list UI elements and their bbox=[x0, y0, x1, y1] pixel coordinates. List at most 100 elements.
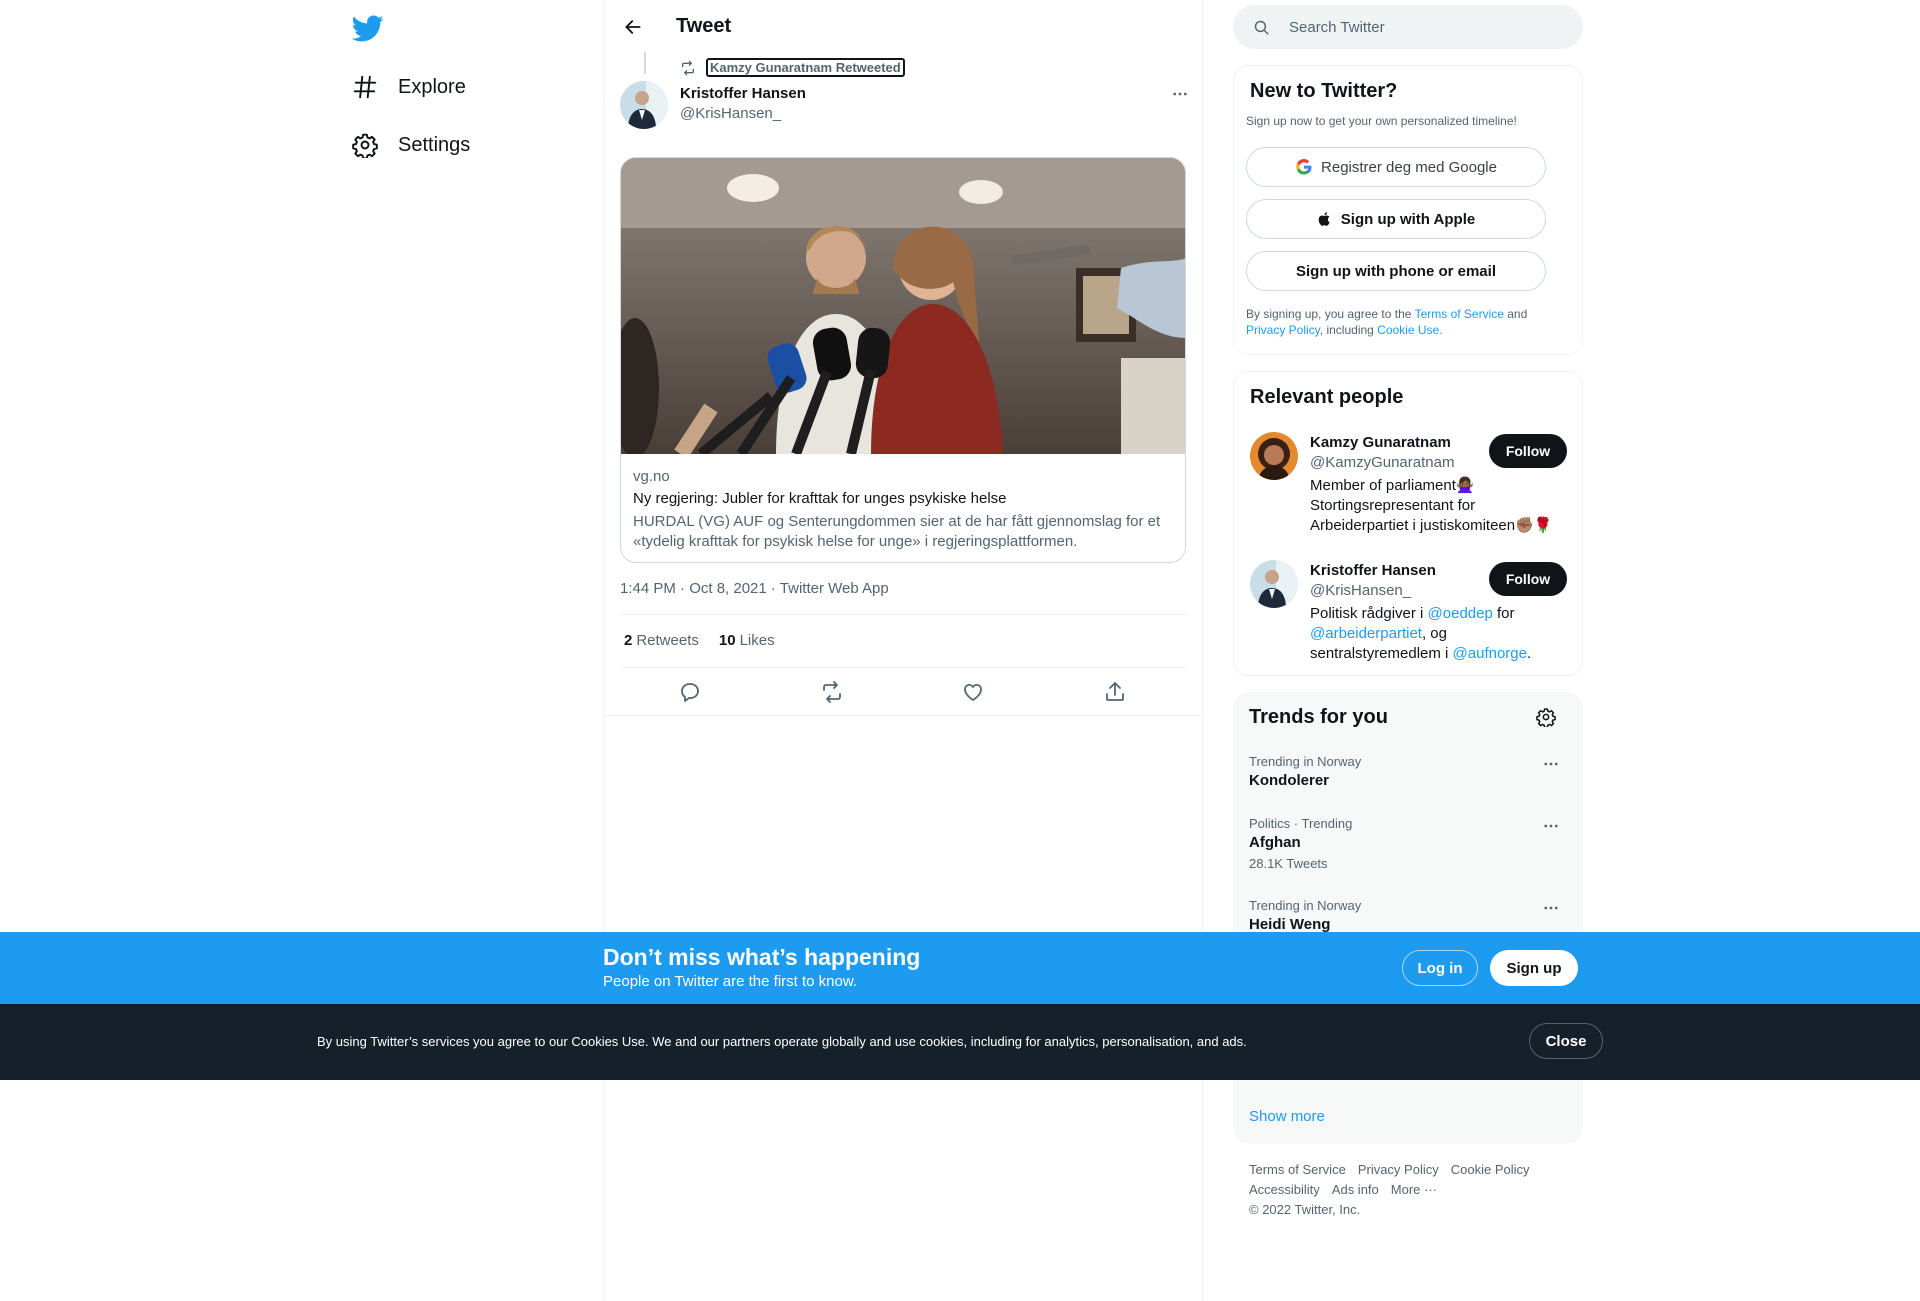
legal-and: and bbox=[1503, 307, 1528, 321]
bio-text: , og bbox=[1421, 625, 1447, 642]
google-signup-button[interactable]: Registrer deg med Google bbox=[1246, 147, 1546, 187]
likes-stat[interactable]: 10 Likes bbox=[719, 632, 775, 649]
likes-label: Likes bbox=[739, 632, 775, 649]
link-card[interactable]: vg.no Ny regjering: Jubler for krafttak … bbox=[620, 157, 1186, 563]
card-title: Ny regjering: Jubler for krafttak for un… bbox=[633, 490, 1007, 507]
footer-link[interactable]: Terms of Service bbox=[1249, 1162, 1346, 1177]
privacy-link[interactable]: Privacy Policy bbox=[1246, 323, 1320, 337]
follow-button[interactable]: Follow bbox=[1489, 434, 1567, 468]
footer-links: Accessibility Ads info More ··· bbox=[1249, 1182, 1437, 1197]
tweet-stats: 2 Retweets 10 Likes bbox=[624, 632, 775, 649]
card-domain: vg.no bbox=[633, 468, 670, 485]
footer-link[interactable]: Accessibility bbox=[1249, 1182, 1320, 1197]
main-column: Tweet Kamzy Gunaratnam Retweeted Kristof… bbox=[603, 0, 1204, 1301]
banner-title: Don’t miss what’s happening bbox=[603, 944, 921, 970]
reply-icon[interactable] bbox=[678, 680, 702, 704]
footer-links: Terms of Service Privacy Policy Cookie P… bbox=[1249, 1162, 1530, 1177]
arrow-left-icon bbox=[625, 20, 641, 34]
divider bbox=[620, 667, 1188, 668]
search-input[interactable] bbox=[1289, 15, 1559, 39]
signup-panel: New to Twitter? Sign up now to get your … bbox=[1233, 65, 1583, 355]
retweets-label: Retweets bbox=[636, 632, 699, 649]
cookie-close-button[interactable]: Close bbox=[1529, 1023, 1603, 1059]
person-name[interactable]: Kamzy Gunaratnam bbox=[1310, 434, 1451, 451]
person-handle[interactable]: @KamzyGunaratnam bbox=[1310, 454, 1454, 471]
twitter-logo-icon[interactable] bbox=[352, 12, 384, 44]
trend-context: Politics · Trending bbox=[1249, 816, 1353, 831]
phone-signup-button[interactable]: Sign up with phone or email bbox=[1246, 251, 1546, 291]
nav-explore-label: Explore bbox=[398, 75, 466, 98]
more-dots-icon[interactable] bbox=[1539, 898, 1563, 918]
tweet-more-button[interactable] bbox=[1166, 82, 1194, 106]
bio-line: Stortingsrepresentant for bbox=[1310, 497, 1476, 514]
retweet-icon[interactable] bbox=[820, 680, 844, 704]
login-button[interactable]: Log in bbox=[1402, 950, 1478, 986]
footer-more-link[interactable]: More ··· bbox=[1391, 1182, 1437, 1197]
cookie-link[interactable]: Cookie Use. bbox=[1377, 323, 1442, 337]
show-more-link[interactable]: Show more bbox=[1249, 1108, 1325, 1125]
person-bio: Member of parliament🙅🏾‍♀️ Stortingsrepre… bbox=[1310, 476, 1570, 536]
trend-count: 28.1K Tweets bbox=[1249, 856, 1328, 871]
person-name[interactable]: Kristoffer Hansen bbox=[1310, 562, 1436, 579]
footer-link[interactable]: Privacy Policy bbox=[1358, 1162, 1439, 1177]
divider bbox=[620, 614, 1188, 615]
person-avatar[interactable] bbox=[1250, 560, 1298, 608]
bio-line: Member of parliament🙅🏾‍♀️ bbox=[1310, 477, 1475, 494]
apple-icon bbox=[1317, 210, 1333, 228]
nav-explore[interactable]: Explore bbox=[352, 62, 466, 112]
bio-text: sentralstyremedlem i bbox=[1310, 645, 1453, 662]
mention-link[interactable]: @oeddep bbox=[1428, 605, 1493, 622]
footer-link[interactable]: Ads info bbox=[1332, 1182, 1379, 1197]
signup-button[interactable]: Sign up bbox=[1490, 950, 1578, 986]
trend-name: Afghan bbox=[1249, 834, 1301, 851]
google-signup-label: Registrer deg med Google bbox=[1321, 158, 1497, 176]
bio-text: . bbox=[1527, 645, 1532, 662]
terms-link[interactable]: Terms of Service bbox=[1415, 307, 1504, 321]
hashtag-icon bbox=[352, 74, 378, 100]
more-dots-icon[interactable] bbox=[1539, 754, 1563, 774]
cookie-text: By using Twitter’s services you agree to… bbox=[317, 1034, 1247, 1049]
retweets-count: 2 bbox=[624, 632, 633, 649]
copyright: © 2022 Twitter, Inc. bbox=[1249, 1202, 1360, 1217]
mention-link[interactable]: @arbeiderpartiet bbox=[1310, 625, 1422, 642]
retweeted-by-link[interactable]: Kamzy Gunaratnam Retweeted bbox=[706, 58, 905, 77]
copyright-text: © 2022 Twitter, Inc. bbox=[1249, 1202, 1361, 1217]
person-bio: Politisk rådgiver i @oeddep for @arbeide… bbox=[1310, 604, 1570, 664]
trend-context: Trending in Norway bbox=[1249, 898, 1362, 913]
card-image bbox=[621, 158, 1185, 454]
login-banner bbox=[0, 932, 1920, 1004]
signup-title: New to Twitter? bbox=[1250, 80, 1398, 102]
nav-settings[interactable]: Settings bbox=[352, 120, 470, 170]
author-avatar[interactable] bbox=[620, 81, 668, 129]
search-bar[interactable] bbox=[1233, 5, 1583, 49]
footer-link[interactable]: Cookie Policy bbox=[1451, 1162, 1530, 1177]
person-handle[interactable]: @KrisHansen_ bbox=[1310, 582, 1411, 599]
more-dots-icon[interactable] bbox=[1539, 816, 1563, 836]
card-description: HURDAL (VG) AUF og Senterungdommen sier … bbox=[633, 513, 1161, 550]
trends-title: Trends for you bbox=[1249, 706, 1388, 728]
trends-settings-gear-icon[interactable] bbox=[1536, 707, 1560, 731]
follow-button[interactable]: Follow bbox=[1489, 562, 1567, 596]
tweet-timestamp[interactable]: 1:44 PM · Oct 8, 2021 · Twitter Web App bbox=[620, 580, 889, 597]
person-avatar[interactable] bbox=[1250, 432, 1298, 480]
banner-subtitle: People on Twitter are the first to know. bbox=[603, 973, 858, 990]
nav-settings-label: Settings bbox=[398, 133, 471, 156]
back-button[interactable] bbox=[618, 12, 648, 42]
signup-legal: By signing up, you agree to the Terms of… bbox=[1246, 306, 1566, 338]
trend-name: Kondolerer bbox=[1249, 772, 1330, 789]
author-handle[interactable]: @KrisHansen_ bbox=[680, 105, 781, 122]
trend-name: Heidi Weng bbox=[1249, 916, 1331, 933]
signup-subtitle: Sign up now to get your own personalized… bbox=[1246, 114, 1517, 128]
relevant-people-panel: Relevant people Kamzy Gunaratnam @KamzyG… bbox=[1233, 371, 1583, 676]
share-icon[interactable] bbox=[1103, 680, 1127, 704]
mention-link[interactable]: @aufnorge bbox=[1453, 645, 1527, 662]
apple-signup-button[interactable]: Sign up with Apple bbox=[1246, 199, 1546, 239]
gear-icon bbox=[352, 132, 378, 158]
like-icon[interactable] bbox=[961, 680, 985, 704]
author-name[interactable]: Kristoffer Hansen bbox=[680, 85, 806, 102]
retweets-stat[interactable]: 2 Retweets bbox=[624, 632, 699, 649]
legal-including: , including bbox=[1319, 323, 1378, 337]
more-dots-icon bbox=[1173, 92, 1187, 96]
legal-prefix: By signing up, you agree to the bbox=[1246, 307, 1415, 321]
retweet-context[interactable]: Kamzy Gunaratnam Retweeted bbox=[680, 58, 905, 77]
